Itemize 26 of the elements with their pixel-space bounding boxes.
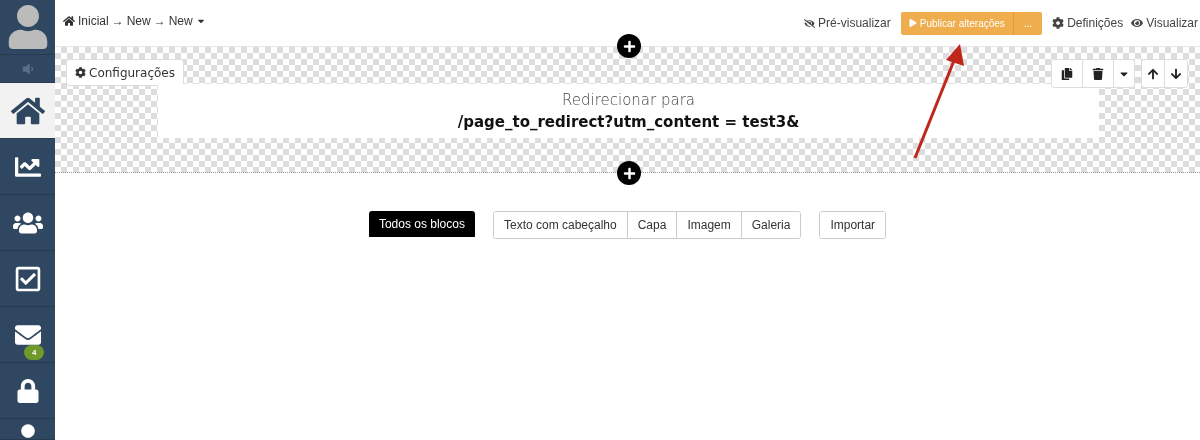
- eye-icon: [1131, 17, 1144, 29]
- breadcrumb-link[interactable]: New: [126, 14, 151, 28]
- speaker-icon: [20, 61, 35, 76]
- redirect-title: Redirecionar para: [562, 91, 695, 109]
- view-link[interactable]: Visualizar: [1131, 16, 1198, 30]
- preview-link[interactable]: Pré-visualizar: [804, 16, 891, 30]
- settings-link[interactable]: Definições: [1052, 16, 1124, 30]
- add-block-icon[interactable]: [617, 34, 641, 58]
- add-block-icon[interactable]: [617, 161, 641, 185]
- check-icon: [13, 264, 42, 293]
- breadcrumb-dropdown[interactable]: New: [168, 14, 193, 28]
- filter-tab[interactable]: Galeria: [740, 212, 801, 238]
- eye-slash-icon: [804, 17, 816, 29]
- configurations-button[interactable]: Configurações: [66, 59, 184, 86]
- play-icon: [908, 19, 917, 27]
- redirect-url: /page_to_redirect?utm_content = test3&: [457, 113, 800, 131]
- home-icon: [63, 15, 75, 27]
- breadcrumb-separator: →: [153, 14, 166, 28]
- count-badge: 4: [24, 345, 45, 360]
- filter-tab[interactable]: Importar: [820, 212, 886, 238]
- breadcrumb-link[interactable]: Inicial: [78, 14, 109, 28]
- settings-icon: [75, 67, 86, 78]
- sidebar-item[interactable]: [0, 83, 55, 139]
- filter-tab[interactable]: Todos os blocos: [368, 211, 475, 237]
- settings-icon: [1052, 17, 1065, 29]
- breadcrumb-separator: →: [111, 14, 124, 28]
